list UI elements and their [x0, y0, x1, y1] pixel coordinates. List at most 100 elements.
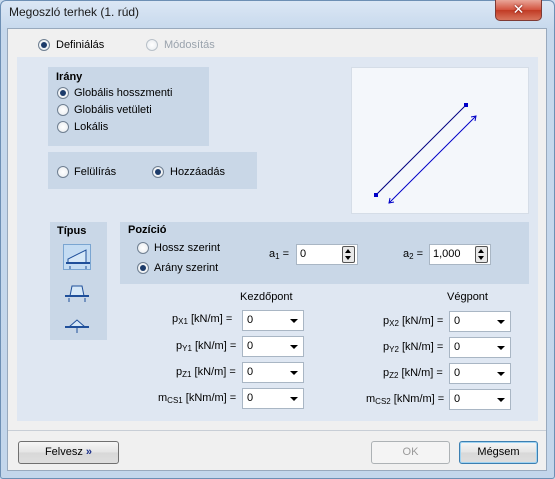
double-chevron-right-icon: »	[85, 446, 93, 458]
beam-direction-diagram	[374, 103, 477, 204]
mcs1-combo[interactable]: 0	[242, 388, 304, 409]
modify-radio	[146, 39, 158, 51]
felvesz-label: Felvesz	[44, 446, 83, 458]
felvesz-button[interactable]: Felvesz »	[18, 441, 119, 464]
type-title: Típus	[57, 225, 87, 237]
add-label[interactable]: Hozzáadás	[170, 166, 225, 178]
overwrite-label[interactable]: Felülírás	[74, 166, 116, 178]
pz2-unit: [kN/m] =	[401, 367, 443, 379]
pz2-value[interactable]: 0	[454, 367, 460, 379]
chevron-down-icon[interactable]	[497, 372, 505, 376]
a2-sub: 2	[409, 252, 414, 261]
px1-combo[interactable]: 0	[242, 310, 304, 331]
beam-start-node	[374, 193, 378, 197]
direction-label-global-longitudinal[interactable]: Globális hosszmenti	[74, 87, 172, 99]
pz1-value[interactable]: 0	[247, 366, 253, 378]
chevron-down-icon[interactable]	[290, 397, 298, 401]
window-title: Megoszló terhek (1. rúd)	[9, 5, 140, 19]
triangle-load-icon[interactable]	[63, 312, 91, 338]
chevron-down-icon[interactable]	[497, 398, 505, 402]
by-length-label[interactable]: Hossz szerint	[154, 242, 220, 254]
direction-label-local[interactable]: Lokális	[74, 121, 108, 133]
pz2-label: pZ2 [kN/m] =	[383, 367, 443, 380]
mcs2-label: mCS2 [kNm/m] =	[366, 393, 444, 406]
trapezoid-load-icon[interactable]	[63, 244, 91, 270]
mcs2-value[interactable]: 0	[454, 393, 460, 405]
partial-load-glyph	[65, 285, 89, 302]
partial-load-icon[interactable]	[63, 280, 91, 306]
a1-spinbox[interactable]: 0	[296, 244, 358, 265]
py2-combo[interactable]: 0	[449, 337, 511, 358]
py1-value[interactable]: 0	[247, 340, 253, 352]
add-radio[interactable]	[152, 166, 164, 178]
a1-spin-buttons[interactable]	[342, 246, 355, 263]
pz1-sub: Z1	[182, 370, 192, 379]
direction-preview	[351, 67, 529, 214]
close-icon[interactable]: ✕	[513, 1, 525, 17]
direction-label-global-projected[interactable]: Globális vetületi	[74, 104, 152, 116]
chevron-down-icon[interactable]	[497, 320, 505, 324]
overwrite-radio[interactable]	[57, 166, 69, 178]
close-button[interactable]: ✕	[495, 0, 542, 21]
px2-sub: X2	[389, 319, 399, 328]
a1-label: a1 =	[269, 248, 289, 261]
a1-value[interactable]: 0	[300, 248, 306, 260]
mcs1-value[interactable]: 0	[247, 392, 253, 404]
py2-sub: Y2	[389, 345, 399, 354]
px1-value[interactable]: 0	[247, 314, 253, 326]
a2-value[interactable]: 1,000	[433, 248, 461, 260]
a2-spin-buttons[interactable]	[475, 246, 488, 263]
triangle-load-glyph	[65, 319, 89, 333]
a2-down-icon[interactable]	[478, 256, 484, 260]
define-label[interactable]: Definiálás	[56, 39, 104, 51]
direction-radio-global-projected[interactable]	[57, 104, 69, 116]
px1-sub: X1	[178, 317, 188, 326]
px2-unit: [kN/m] =	[401, 315, 444, 327]
pz2-combo[interactable]: 0	[449, 363, 511, 384]
end-point-header: Végpont	[447, 291, 488, 303]
mcs1-label: mCS1 [kNm/m] =	[158, 392, 236, 405]
define-radio[interactable]	[38, 39, 50, 51]
cancel-button[interactable]: Mégsem	[459, 441, 538, 464]
a1-eq: =	[282, 248, 290, 260]
modify-label: Módosítás	[164, 39, 215, 51]
a2-eq: =	[416, 248, 424, 260]
pz1-label: pZ1 [kN/m] =	[176, 366, 236, 379]
mcs2-unit: [kNm/m] =	[393, 393, 445, 405]
start-point-header: Kezdőpont	[240, 291, 293, 303]
py2-label: pY2 [kN/m] =	[383, 341, 443, 354]
chevron-down-icon[interactable]	[290, 371, 298, 375]
py2-unit: [kN/m] =	[401, 341, 444, 353]
a2-up-icon[interactable]	[478, 249, 484, 253]
direction-radio-local[interactable]	[57, 121, 69, 133]
trapezoid-load-glyph	[66, 249, 90, 269]
px1-unit: [kN/m] =	[190, 313, 233, 325]
px2-label: pX2 [kN/m] =	[383, 315, 443, 328]
mcs2-sym: m	[366, 393, 376, 405]
px2-combo[interactable]: 0	[449, 311, 511, 332]
chevron-down-icon[interactable]	[290, 319, 298, 323]
direction-radio-global-longitudinal[interactable]	[57, 87, 69, 99]
px1-label: pX1 [kN/m] =	[172, 313, 232, 326]
py2-value[interactable]: 0	[454, 341, 460, 353]
load-direction-arrow	[388, 115, 477, 204]
py1-label: pY1 [kN/m] =	[176, 340, 236, 353]
a1-down-icon[interactable]	[345, 256, 351, 260]
a2-spinbox[interactable]: 1,000	[429, 244, 491, 265]
chevron-down-icon[interactable]	[290, 345, 298, 349]
by-length-radio[interactable]	[137, 242, 149, 254]
a1-sub: 1	[275, 252, 280, 261]
mcs2-sub: CS2	[375, 397, 391, 406]
chevron-down-icon[interactable]	[497, 346, 505, 350]
mcs2-combo[interactable]: 0	[449, 389, 511, 410]
py1-combo[interactable]: 0	[242, 336, 304, 357]
by-ratio-label[interactable]: Arány szerint	[154, 262, 218, 274]
position-title: Pozíció	[128, 224, 167, 236]
mcs1-unit: [kNm/m] =	[185, 392, 237, 404]
a1-up-icon[interactable]	[345, 249, 351, 253]
ok-button: OK	[371, 441, 450, 464]
footer-divider	[8, 430, 546, 431]
by-ratio-radio[interactable]	[137, 262, 149, 274]
px2-value[interactable]: 0	[454, 315, 460, 327]
pz1-combo[interactable]: 0	[242, 362, 304, 383]
